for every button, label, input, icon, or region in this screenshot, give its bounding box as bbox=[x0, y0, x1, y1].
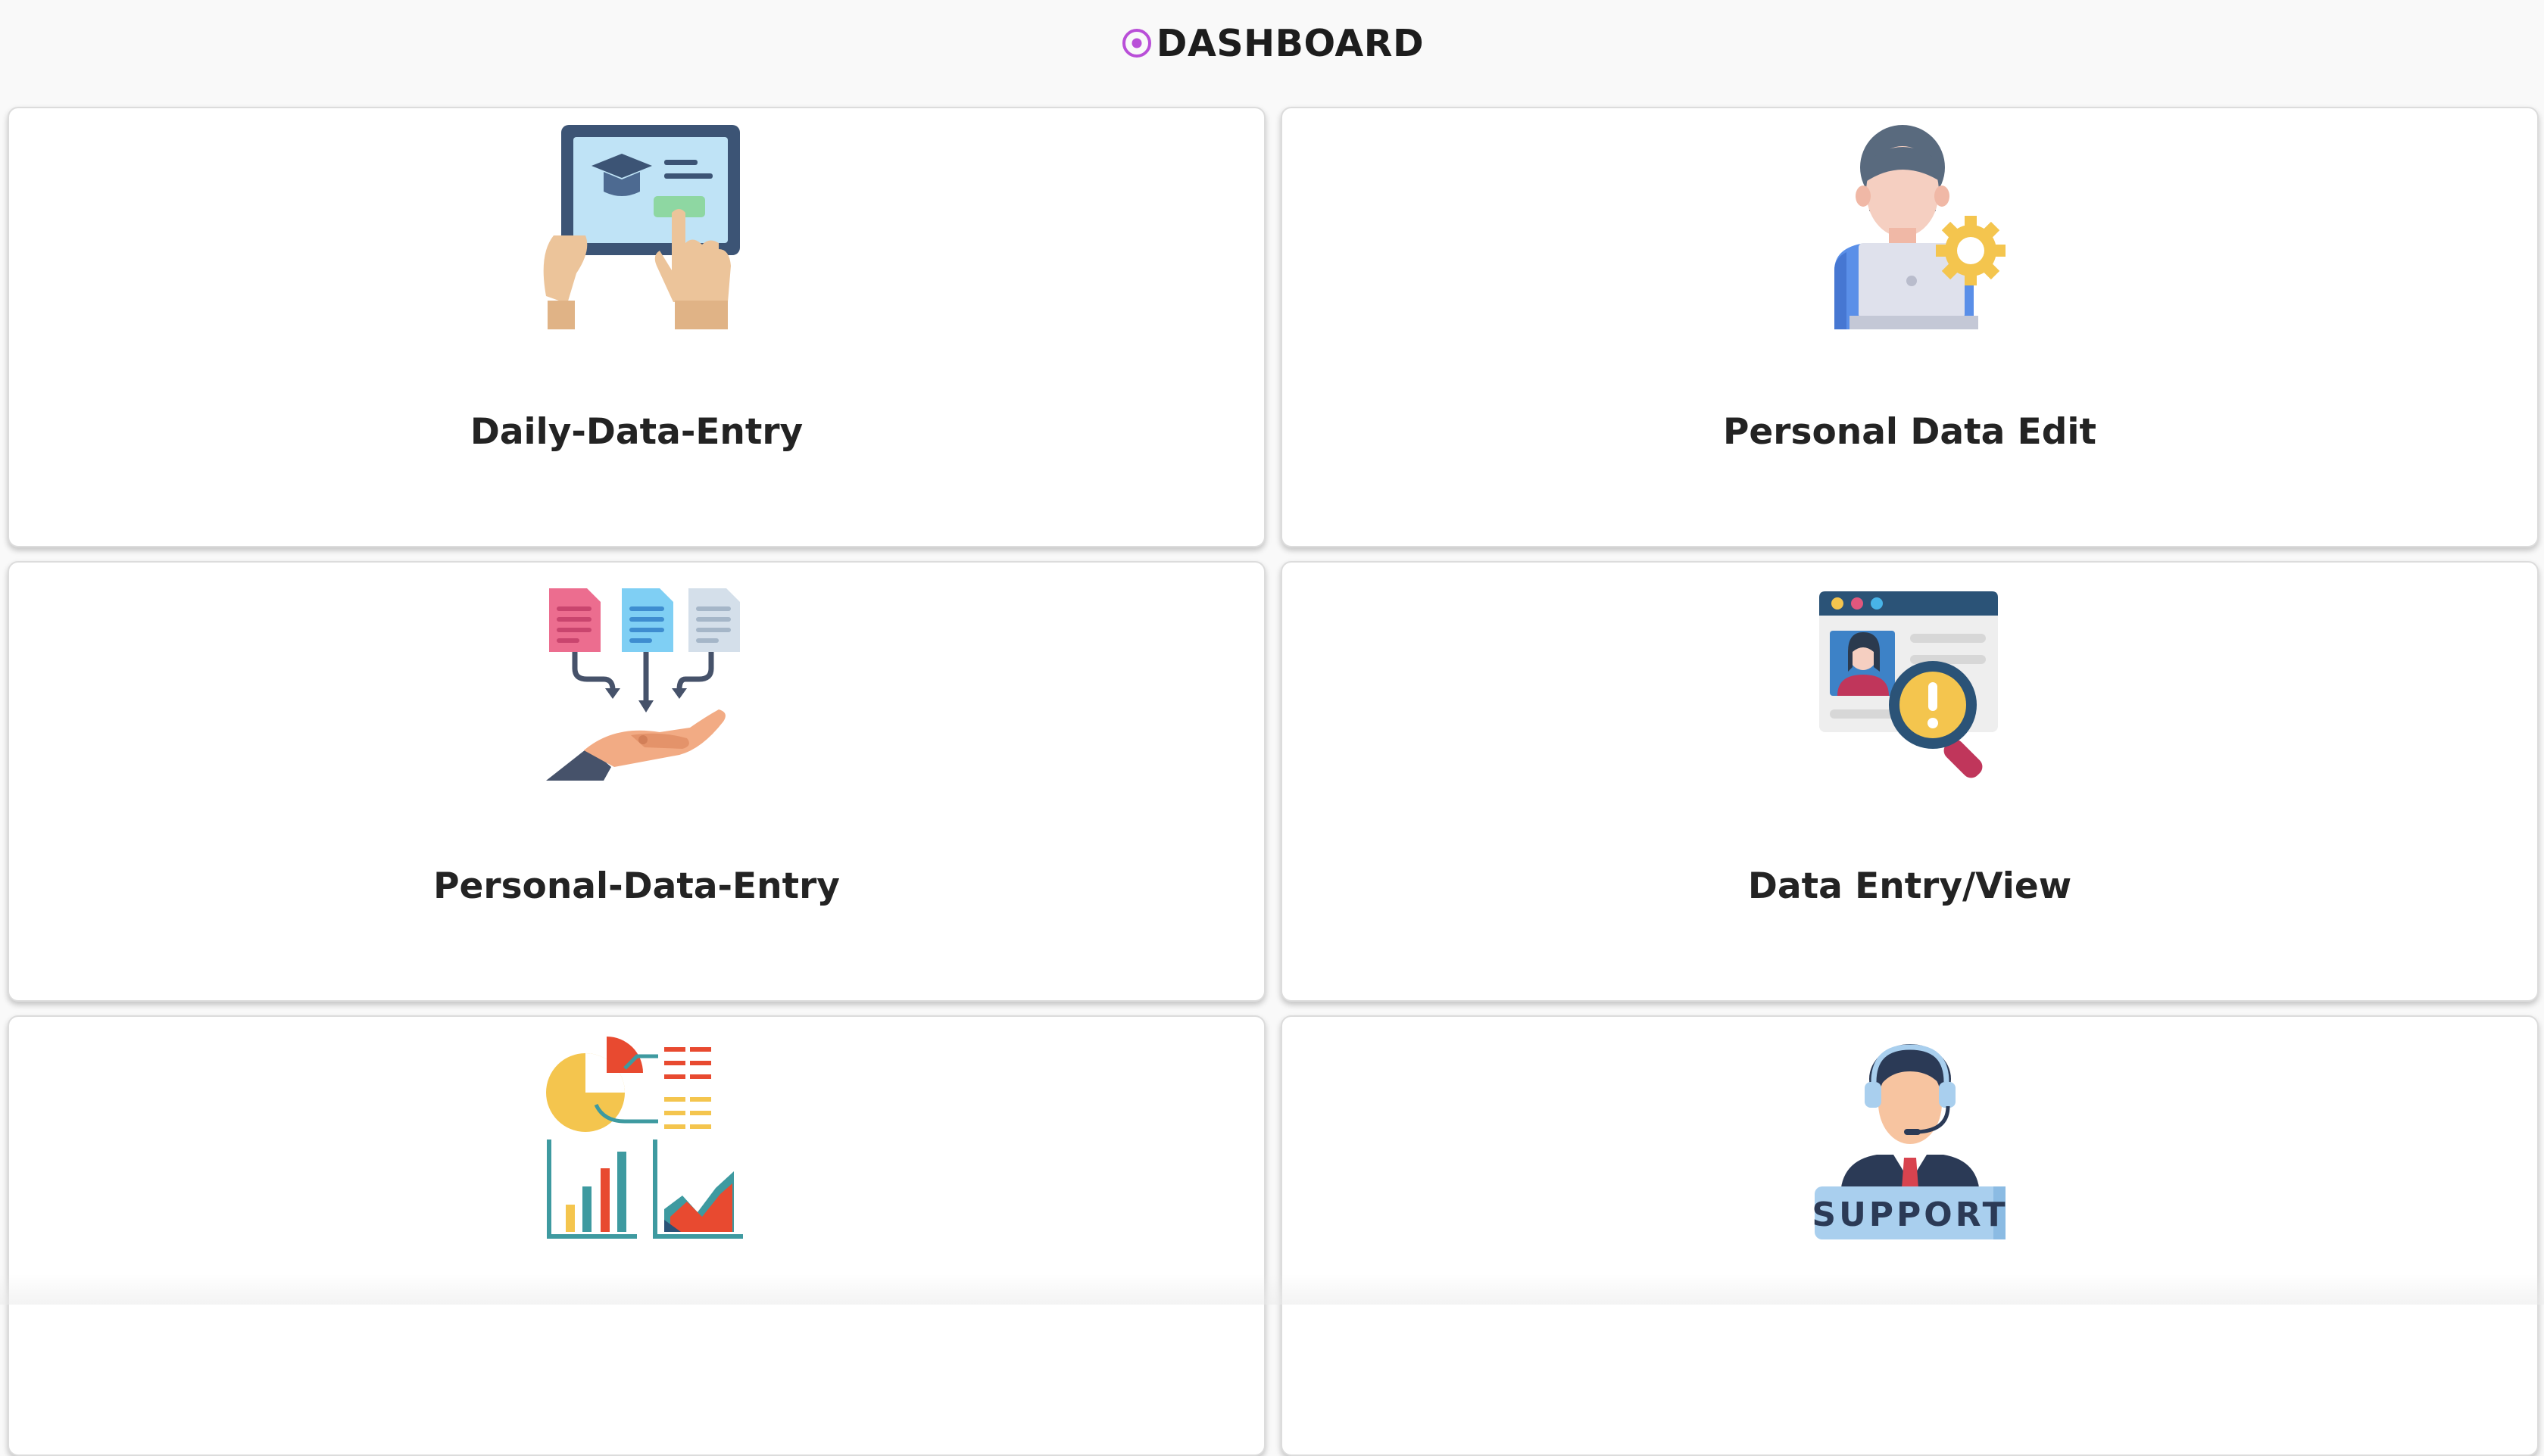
page-title: DASHBOARD bbox=[1157, 22, 1424, 65]
dashboard-card-grid: Daily-Data-Entry bbox=[8, 107, 2539, 1456]
header-title-group: DASHBOARD bbox=[1120, 22, 1424, 65]
card-label: Personal Data Edit bbox=[1282, 411, 2537, 453]
radio-dot-icon bbox=[1120, 27, 1153, 60]
card-daily-data-entry[interactable]: Daily-Data-Entry bbox=[8, 107, 1266, 547]
profile-search-icon bbox=[1804, 576, 2016, 788]
charts-analytics-icon bbox=[531, 1030, 743, 1242]
card-support[interactable]: SUPPORT bbox=[1281, 1015, 2539, 1456]
card-label: Daily-Data-Entry bbox=[9, 411, 1264, 453]
card-label: Data Entry/View bbox=[1282, 865, 2537, 907]
card-label: Personal-Data-Entry bbox=[9, 865, 1264, 907]
tablet-graduation-icon bbox=[531, 122, 743, 334]
documents-to-hand-icon bbox=[531, 576, 743, 788]
card-personal-data-edit[interactable]: Personal Data Edit bbox=[1281, 107, 2539, 547]
user-laptop-gear-icon bbox=[1804, 122, 2016, 334]
support-badge-text: SUPPORT bbox=[1812, 1196, 2008, 1234]
card-data-entry-view[interactable]: Data Entry/View bbox=[1281, 561, 2539, 1002]
card-analytics[interactable] bbox=[8, 1015, 1266, 1456]
card-personal-data-entry[interactable]: Personal-Data-Entry bbox=[8, 561, 1266, 1002]
support-agent-icon: SUPPORT bbox=[1804, 1030, 2016, 1242]
dashboard-header: DASHBOARD bbox=[0, 0, 2544, 86]
